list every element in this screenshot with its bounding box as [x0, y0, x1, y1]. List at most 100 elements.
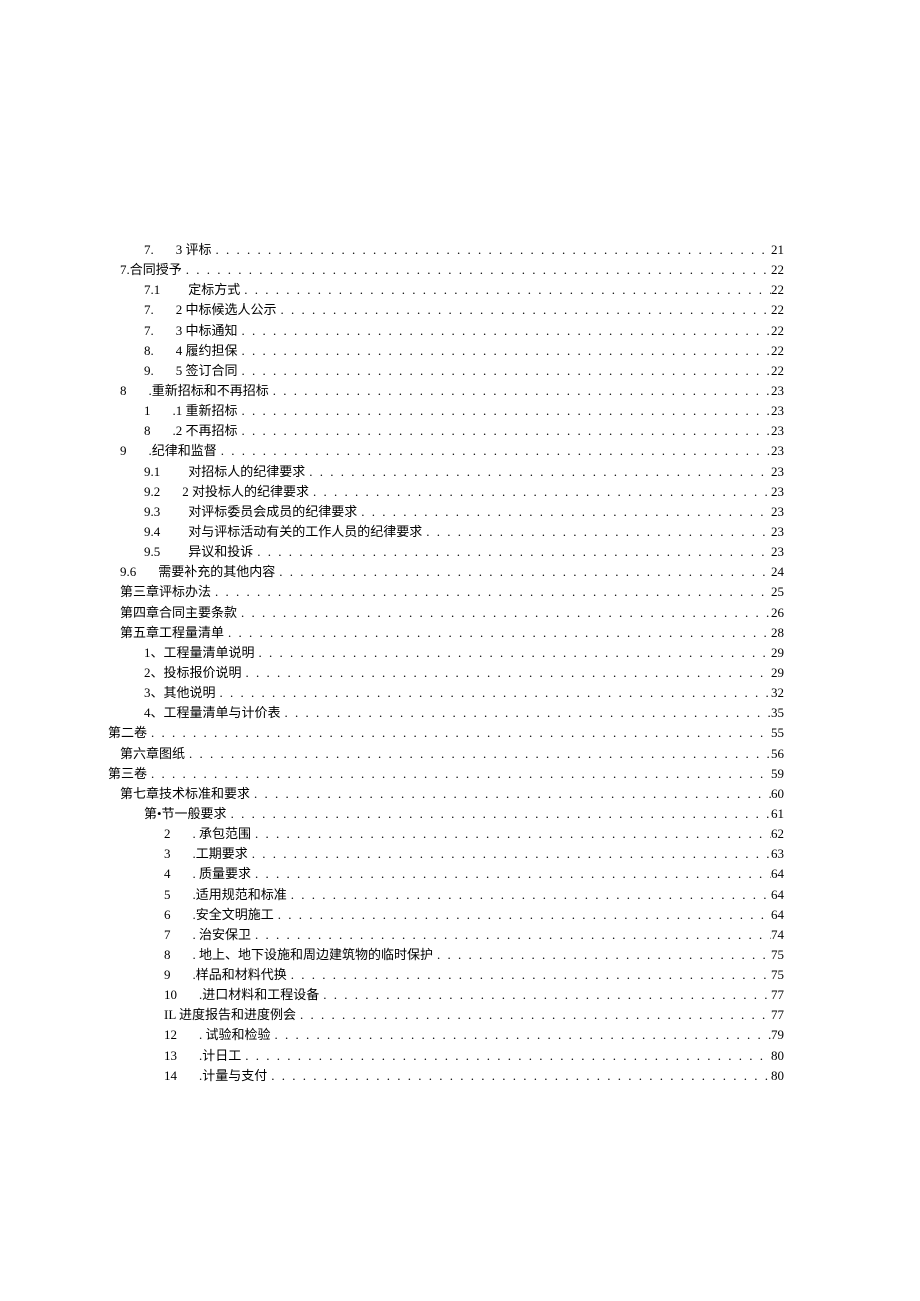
toc-leader-dots: [277, 300, 771, 320]
toc-entry-number: 8: [164, 945, 193, 965]
toc-entry-label: 第三卷: [108, 764, 147, 784]
toc-entry-label: 对招标人的纪律要求: [188, 462, 305, 482]
toc-leader-dots: [238, 401, 771, 421]
toc-leader-dots: [147, 723, 771, 743]
toc-leader-dots: [251, 925, 771, 945]
toc-entry-label: 第七章技术标准和要求: [120, 784, 250, 804]
toc-leader-dots: [224, 623, 771, 643]
toc-entry-page: 29: [771, 643, 784, 663]
toc-leader-dots: [251, 864, 771, 884]
toc-entry: 1、工程量清单说明29: [108, 643, 784, 663]
toc-entry-page: 23: [771, 401, 784, 421]
toc-entry: 6.安全文明施工64: [108, 905, 784, 925]
toc-entry-label: 第二卷: [108, 723, 147, 743]
toc-entry-page: 23: [771, 462, 784, 482]
toc-leader-dots: [248, 844, 771, 864]
toc-entry: 3、其他说明 32: [108, 683, 784, 703]
toc-entry: 9.22 对投标人的纪律要求23: [108, 482, 784, 502]
toc-entry-label: .计量与支付: [199, 1066, 267, 1086]
toc-entry: 4、工程量清单与计价表 35: [108, 703, 784, 723]
toc-leader-dots: [319, 985, 771, 1005]
toc-entry-number: 3: [164, 844, 193, 864]
toc-entry: 8.2 不再招标23: [108, 421, 784, 441]
toc-leader-dots: [255, 643, 771, 663]
table-of-contents: 7.3 评标217.合同授予227.1定标方式227.2 中标候选人公示227.…: [108, 240, 784, 1086]
toc-entry-page: 29: [771, 663, 784, 683]
toc-entry-page: 23: [771, 502, 784, 522]
toc-entry-page: 26: [771, 603, 784, 623]
toc-entry-page: 61: [771, 804, 784, 824]
toc-entry-page: 23: [771, 542, 784, 562]
toc-entry-number: 9.: [144, 361, 176, 381]
toc-entry-number: 1: [144, 401, 173, 421]
toc-leader-dots: [242, 663, 771, 683]
toc-entry-page: 32: [771, 683, 784, 703]
toc-entry-label: 4、工程量清单与计价表: [144, 703, 281, 723]
toc-entry-number: 9.2: [144, 482, 182, 502]
toc-entry-page: 25: [771, 582, 784, 602]
toc-leader-dots: [147, 764, 771, 784]
toc-entry-label: . 治安保卫: [193, 925, 252, 945]
toc-entry: 9.样品和材料代换75: [108, 965, 784, 985]
toc-entry-page: 79: [771, 1025, 784, 1045]
toc-entry-page: 75: [771, 965, 784, 985]
toc-leader-dots: [211, 582, 771, 602]
toc-leader-dots: [182, 260, 771, 280]
toc-leader-dots: [241, 1046, 771, 1066]
toc-entry: 7.3 评标21: [108, 240, 784, 260]
toc-entry-number: 2: [164, 824, 193, 844]
toc-entry-number: 7.: [144, 300, 176, 320]
toc-entry-label: 4 履约担保: [176, 341, 238, 361]
toc-leader-dots: [217, 441, 771, 461]
toc-entry: 2. 承包范围62: [108, 824, 784, 844]
toc-entry-page: 35: [771, 703, 784, 723]
toc-entry: 第七章技术标准和要求60: [108, 784, 784, 804]
toc-entry: 9.3对评标委员会成员的纪律要求23: [108, 502, 784, 522]
toc-leader-dots: [238, 321, 771, 341]
toc-entry-page: 80: [771, 1046, 784, 1066]
toc-leader-dots: [274, 905, 771, 925]
toc-leader-dots: [422, 522, 771, 542]
toc-entry: 10.进口材料和工程设备77: [108, 985, 784, 1005]
toc-entry-number: 9.4: [144, 522, 188, 542]
toc-entry-page: 75: [771, 945, 784, 965]
toc-entry-page: 21: [771, 240, 784, 260]
toc-entry-label: .样品和材料代换: [193, 965, 287, 985]
toc-entry-label: .重新招标和不再招标: [149, 381, 269, 401]
toc-entry-label: 第六章图纸: [120, 744, 185, 764]
toc-leader-dots: [250, 784, 771, 804]
toc-entry-page: 63: [771, 844, 784, 864]
toc-entry-page: 22: [771, 321, 784, 341]
toc-leader-dots: [238, 421, 771, 441]
toc-entry-label: 定标方式: [188, 280, 240, 300]
toc-leader-dots: [271, 1025, 771, 1045]
toc-entry-label: .工期要求: [193, 844, 248, 864]
toc-entry: 2、投标报价说明29: [108, 663, 784, 683]
toc-entry: 9.1对招标人的纪律要求23: [108, 462, 784, 482]
toc-entry-label: 异议和投诉: [188, 542, 253, 562]
toc-leader-dots: [275, 562, 771, 582]
toc-leader-dots: [267, 1066, 771, 1086]
toc-entry-page: 59: [771, 764, 784, 784]
toc-entry-page: 80: [771, 1066, 784, 1086]
toc-entry-page: 22: [771, 300, 784, 320]
toc-entry: 9.4对与评标活动有关的工作人员的纪律要求23: [108, 522, 784, 542]
toc-entry-label: .进口材料和工程设备: [199, 985, 319, 1005]
toc-entry: 12. 试验和检验79: [108, 1025, 784, 1045]
toc-entry: 8. 地上、地下设施和周边建筑物的临时保护75: [108, 945, 784, 965]
toc-entry: 5.适用规范和标准64: [108, 885, 784, 905]
toc-entry-page: 74: [771, 925, 784, 945]
toc-entry-number: 4: [164, 864, 193, 884]
toc-entry-number: 7.1: [144, 280, 188, 300]
toc-entry-label: 3、其他说明: [144, 683, 216, 703]
toc-entry-number: 10: [164, 985, 199, 1005]
toc-entry-page: 56: [771, 744, 784, 764]
toc-entry-number: 8.: [144, 341, 176, 361]
toc-entry-number: 7.: [144, 240, 176, 260]
toc-entry-label: 第五章工程量清单: [120, 623, 224, 643]
toc-entry-label: .安全文明施工: [193, 905, 274, 925]
toc-entry-label: IL 进度报告和进度例会: [164, 1005, 296, 1025]
toc-entry: 7.2 中标候选人公示22: [108, 300, 784, 320]
toc-entry: 9.5 签订合同22: [108, 361, 784, 381]
toc-entry-number: 9.3: [144, 502, 188, 522]
